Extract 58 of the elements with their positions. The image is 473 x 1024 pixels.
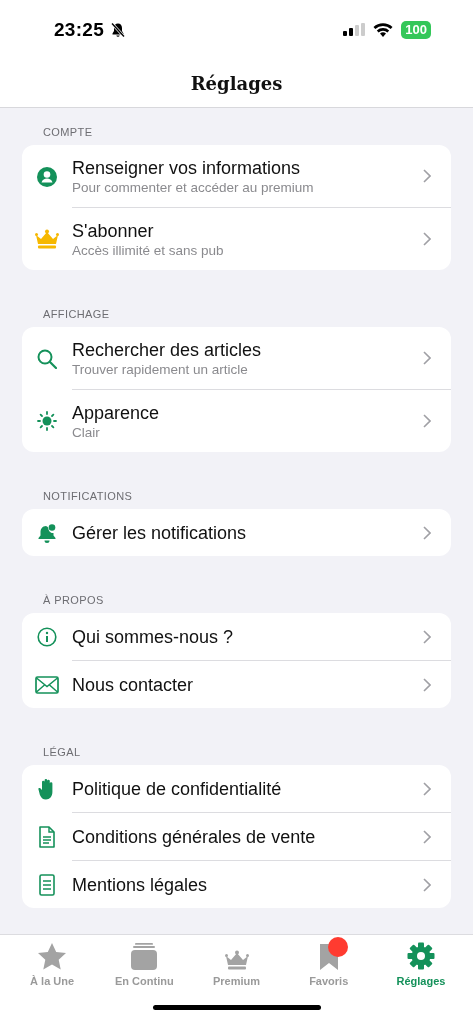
chevron-icon <box>423 351 431 365</box>
crown-icon <box>35 229 59 249</box>
status-time: 23:25 <box>54 19 105 41</box>
chevron-icon <box>423 525 431 540</box>
chevron-icon <box>423 677 431 692</box>
chevron-icon <box>423 877 431 892</box>
chevron-icon <box>423 629 431 644</box>
stack-icon <box>130 943 159 970</box>
envelope-icon <box>35 675 59 694</box>
section-header: COMPTE <box>42 126 93 139</box>
row-title: Apparence <box>72 401 160 424</box>
chevron-icon <box>423 232 431 246</box>
bell-icon <box>37 522 57 543</box>
person-icon <box>37 166 57 187</box>
settings-row[interactable]: S'abonner Accès illimité et sans pub <box>22 208 451 270</box>
document-icon <box>38 826 56 848</box>
row-subtitle: Pour commenter et accéder au premium <box>72 178 314 196</box>
settings-row[interactable]: Conditions générales de vente <box>22 813 451 861</box>
settings-row[interactable]: Nous contacter <box>22 661 451 708</box>
crown-icon <box>224 950 249 970</box>
chevron-icon <box>423 829 431 844</box>
row-subtitle: Accès illimité et sans pub <box>72 241 224 259</box>
tab-item[interactable]: Réglages <box>374 935 467 987</box>
row-title: S'abonner <box>72 219 154 242</box>
settings-row[interactable]: Renseigner vos informations Pour commenter et accéder au premium <box>22 145 451 208</box>
document-icon <box>38 873 56 896</box>
settings-row[interactable]: Apparence Clair <box>22 390 451 452</box>
signal-icon <box>343 23 366 37</box>
info-icon <box>37 627 57 647</box>
search-icon <box>37 348 57 369</box>
row-title: Conditions générales de vente <box>72 825 316 848</box>
page-title: Réglages <box>190 73 283 94</box>
row-title: Gérer les notifications <box>72 521 247 544</box>
row-title: Politique de confidentialité <box>72 777 282 800</box>
star-icon <box>38 943 67 970</box>
section-header: LÉGAL <box>42 746 81 759</box>
row-title: Mentions légales <box>72 873 208 896</box>
chevron-icon <box>423 414 431 428</box>
row-subtitle: Clair <box>72 423 100 441</box>
settings-row[interactable]: Qui sommes-nous ? <box>22 613 451 661</box>
row-title: Qui sommes-nous ? <box>72 625 234 648</box>
settings-row[interactable]: Gérer les notifications <box>22 509 451 556</box>
settings-row[interactable]: Rechercher des articles Trouver rapidement un article <box>22 327 451 390</box>
wifi-icon <box>373 23 394 37</box>
settings-row[interactable]: Mentions légales <box>22 861 451 908</box>
chevron-icon <box>423 781 431 796</box>
settings-icon <box>406 942 435 970</box>
chevron-icon <box>423 169 431 183</box>
section-header: AFFICHAGE <box>42 308 110 321</box>
settings-row[interactable]: Politique de confidentialité <box>22 765 451 813</box>
row-title: Rechercher des articles <box>72 338 262 361</box>
section-header: NOTIFICATIONS <box>42 490 133 503</box>
row-subtitle: Trouver rapidement un article <box>72 360 248 378</box>
battery-indicator: 100 <box>401 21 431 39</box>
sun-icon <box>37 411 57 431</box>
section-header: À PROPOS <box>42 594 104 607</box>
row-title: Nous contacter <box>72 673 194 696</box>
row-title: Renseigner vos informations <box>72 156 301 179</box>
